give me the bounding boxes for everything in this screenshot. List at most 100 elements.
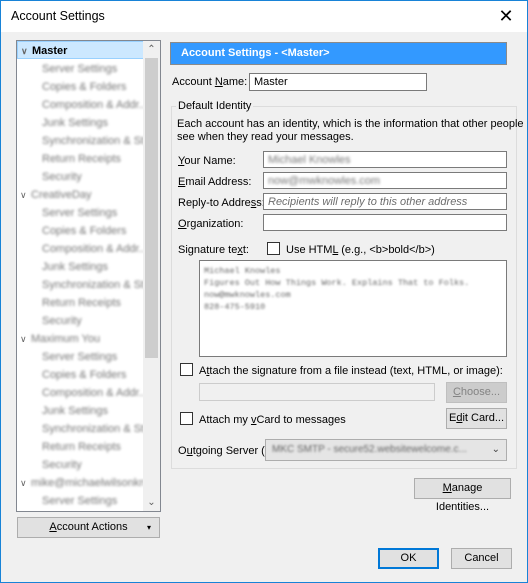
- tree-item-label: Return Receipts: [42, 153, 121, 165]
- tree-subitem[interactable]: Server Settings: [17, 492, 145, 510]
- choose-file-button[interactable]: Choose...: [446, 382, 507, 403]
- tree-account-item[interactable]: ∨ CreativeDay: [17, 186, 145, 204]
- label-mnemonic: C: [452, 386, 461, 398]
- scroll-down-icon[interactable]: ⌄: [143, 494, 160, 511]
- your-name-label: Your Name:: [178, 155, 236, 167]
- tree-item-label: Composition & Addr...: [42, 99, 145, 111]
- signature-file-path-input[interactable]: [199, 383, 435, 401]
- tree-subitem[interactable]: Synchronization & St...: [17, 276, 145, 294]
- tree-account-item[interactable]: ∨ Master: [17, 41, 145, 59]
- attach-signature-file-checkbox[interactable]: [180, 363, 193, 376]
- chevron-down-icon[interactable]: ∨: [21, 42, 28, 58]
- signature-line: Michael Knowles: [204, 266, 281, 276]
- tree-subitem[interactable]: Copies & Folders: [17, 78, 145, 96]
- tree-subitem[interactable]: Security: [17, 312, 145, 330]
- reply-to-input[interactable]: Recipients will reply to this other addr…: [263, 193, 507, 210]
- chevron-down-icon[interactable]: ∨: [20, 474, 27, 492]
- tree-subitem[interactable]: Security: [17, 168, 145, 186]
- tree-subitem[interactable]: Synchronization & St...: [17, 132, 145, 150]
- label-text: Use HTM: [286, 244, 333, 256]
- signature-text-label: Signature text:: [178, 244, 249, 256]
- label-text: Signature te: [178, 244, 238, 256]
- tree-subitem[interactable]: Server Settings: [17, 348, 145, 366]
- reply-to-label: Reply-to Address:: [178, 197, 265, 209]
- account-actions-button[interactable]: Account Actions ▾: [17, 517, 160, 538]
- tree-subitem[interactable]: Return Receipts: [17, 150, 145, 168]
- tree-item-label: Server Settings: [42, 495, 118, 507]
- tree-subitem[interactable]: Composition & Addr...: [17, 240, 145, 258]
- organization-label: Organization:: [178, 218, 243, 230]
- label-mnemonic: M: [442, 482, 452, 494]
- tree-item-label: Copies & Folders: [42, 81, 127, 93]
- tree-subitem[interactable]: Junk Settings: [17, 402, 145, 420]
- use-html-label[interactable]: Use HTML (e.g., <b>bold</b>): [286, 244, 435, 256]
- tree-subitem[interactable]: Synchronization & St...: [17, 420, 145, 438]
- tree-subitem[interactable]: Copies & Folders: [17, 366, 145, 384]
- manage-identities-button[interactable]: Manage Identities...: [414, 478, 511, 513]
- tree-item-label: Server Settings: [42, 207, 118, 219]
- tree-subitem[interactable]: Return Receipts: [17, 294, 145, 312]
- account-tree[interactable]: ∨ Master Server Settings Copies & Folders Co…: [16, 40, 161, 512]
- attach-signature-file-label[interactable]: Attach the signature from a file instead…: [199, 365, 503, 377]
- scroll-up-icon[interactable]: ⌃: [143, 41, 160, 58]
- tree-item-label: Security: [42, 459, 82, 471]
- tree-subitem[interactable]: Server Settings: [17, 60, 145, 78]
- ok-button[interactable]: OK: [378, 548, 439, 569]
- tree-account-item[interactable]: ∨ Maximum You: [17, 330, 145, 348]
- label-mnemonic: O: [178, 218, 187, 230]
- outgoing-server-value: MKC SMTP - secure52.websitewelcome.c...: [272, 444, 467, 455]
- chevron-down-icon[interactable]: ∨: [20, 330, 27, 348]
- label-text: Reply-to Addre: [178, 197, 251, 209]
- label-text: hoose...: [460, 386, 501, 398]
- scrollbar-thumb[interactable]: [145, 58, 158, 358]
- label-text: our Name:: [184, 155, 236, 167]
- tree-item-label: Composition & Addr...: [42, 243, 145, 255]
- tree-item-label: Copies & Folders: [42, 225, 127, 237]
- tree-item-label: Junk Settings: [42, 261, 109, 273]
- label-text: it Card...: [462, 412, 505, 424]
- tree-item-label: Composition & Addr...: [42, 387, 145, 399]
- close-icon[interactable]: ✕: [495, 5, 517, 27]
- tree-subitem[interactable]: Copies & Folders: [17, 222, 145, 240]
- attach-vcard-label[interactable]: Attach my vCard to messages: [199, 414, 346, 426]
- email-address-input[interactable]: now@mwknowles.com: [263, 172, 507, 189]
- cancel-button[interactable]: Cancel: [451, 548, 512, 569]
- tree-subitem[interactable]: Junk Settings: [17, 114, 145, 132]
- organization-input[interactable]: [263, 214, 507, 231]
- label-mnemonic: N: [214, 76, 223, 88]
- identity-description-line1: Each account has an identity, which is t…: [177, 118, 524, 130]
- label-text: Card to messages: [256, 414, 346, 426]
- account-name-input[interactable]: Master: [249, 73, 427, 91]
- tree-subitem[interactable]: Composition & Addr...: [17, 384, 145, 402]
- tree-account-item[interactable]: ∨ mike@michaelwilsonkn...: [17, 474, 145, 492]
- tree-subitem[interactable]: Security: [17, 456, 145, 474]
- panel-header: Account Settings - <Master>: [170, 42, 507, 65]
- tree-item-label: Server Settings: [42, 63, 118, 75]
- account-actions-label: ccount Actions: [56, 521, 128, 533]
- tree-item-label: Junk Settings: [42, 117, 109, 129]
- window-title: Account Settings: [11, 9, 105, 23]
- account-actions-mnemonic: A: [49, 521, 57, 533]
- outgoing-server-select[interactable]: MKC SMTP - secure52.websitewelcome.c... …: [265, 439, 507, 461]
- label-text: tach the signature from a file instead (…: [209, 365, 503, 377]
- signature-textarea[interactable]: Michael Knowles Figures Out How Things Wo…: [199, 260, 507, 357]
- chevron-down-icon[interactable]: ∨: [20, 186, 27, 204]
- tree-subitem[interactable]: Junk Settings: [17, 258, 145, 276]
- attach-vcard-checkbox[interactable]: [180, 412, 193, 425]
- tree-subitem[interactable]: Server Settings: [17, 204, 145, 222]
- your-name-input[interactable]: Michael Knowles: [263, 151, 507, 168]
- tree-subitem[interactable]: Composition & Addr...: [17, 96, 145, 114]
- tree-item-label: Junk Settings: [42, 405, 109, 417]
- tree-item-label: Synchronization & St...: [42, 279, 145, 291]
- tree-subitem[interactable]: Return Receipts: [17, 438, 145, 456]
- edit-card-button[interactable]: Edit Card...: [446, 408, 507, 429]
- label-text: rganization:: [186, 218, 244, 230]
- tree-scrollbar[interactable]: ⌃ ⌄: [143, 41, 160, 511]
- use-html-checkbox[interactable]: [267, 242, 280, 255]
- label-text: (e.g., <b>bold</b>): [338, 244, 435, 256]
- email-value: now@mwknowles.com: [268, 175, 381, 187]
- label-text: O: [178, 445, 187, 457]
- tree-item-label: mike@michaelwilsonkn...: [31, 477, 145, 489]
- dropdown-arrow-icon: ▾: [146, 523, 151, 532]
- tree-item-label: Security: [42, 171, 82, 183]
